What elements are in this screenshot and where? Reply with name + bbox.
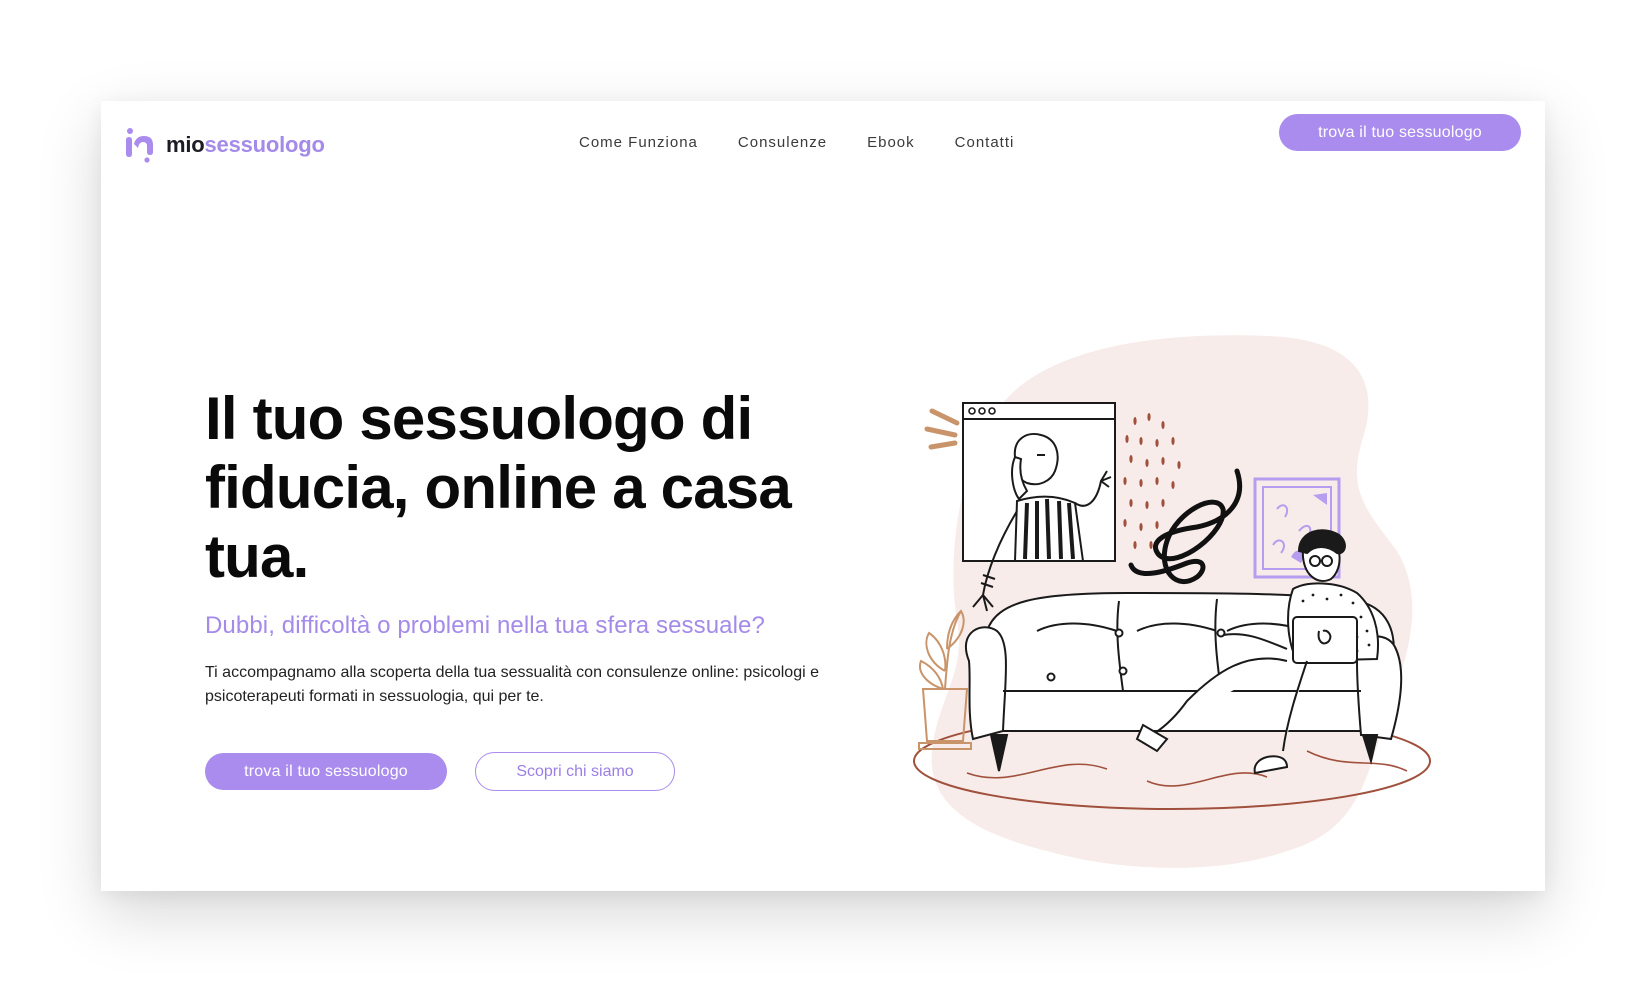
nav-consulenze[interactable]: Consulenze <box>738 134 827 151</box>
main-navigation: Come Funziona Consulenze Ebook Contatti <box>579 134 1014 151</box>
page-background: miosessuologo Come Funziona Consulenze E… <box>0 0 1642 990</box>
logo-mark-icon <box>126 128 153 163</box>
logo-text-mio: mio <box>166 132 205 157</box>
website-window: miosessuologo Come Funziona Consulenze E… <box>101 101 1545 891</box>
site-logo[interactable]: miosessuologo <box>124 127 325 163</box>
nav-ebook[interactable]: Ebook <box>867 134 915 151</box>
nav-come-funziona[interactable]: Come Funziona <box>579 134 698 151</box>
about-us-button[interactable]: Scopri chi siamo <box>475 752 675 791</box>
hero-title: Il tuo sessuologo di fiducia, online a c… <box>205 385 792 590</box>
hero-description: Ti accompagnamo alla scoperta della tua … <box>205 664 819 705</box>
hero-subtitle: Dubbi, difficoltà o problemi nella tua s… <box>205 612 765 639</box>
header-find-sexologist-button[interactable]: trova il tuo sessuologo <box>1279 114 1521 151</box>
logo-text-sessuologo: sessuologo <box>204 132 325 157</box>
nav-contatti[interactable]: Contatti <box>955 134 1015 151</box>
logo-wordmark: miosessuologo <box>166 134 325 156</box>
video-call-couch-illustration <box>913 335 1431 868</box>
hero-find-sexologist-button[interactable]: trova il tuo sessuologo <box>205 753 447 790</box>
